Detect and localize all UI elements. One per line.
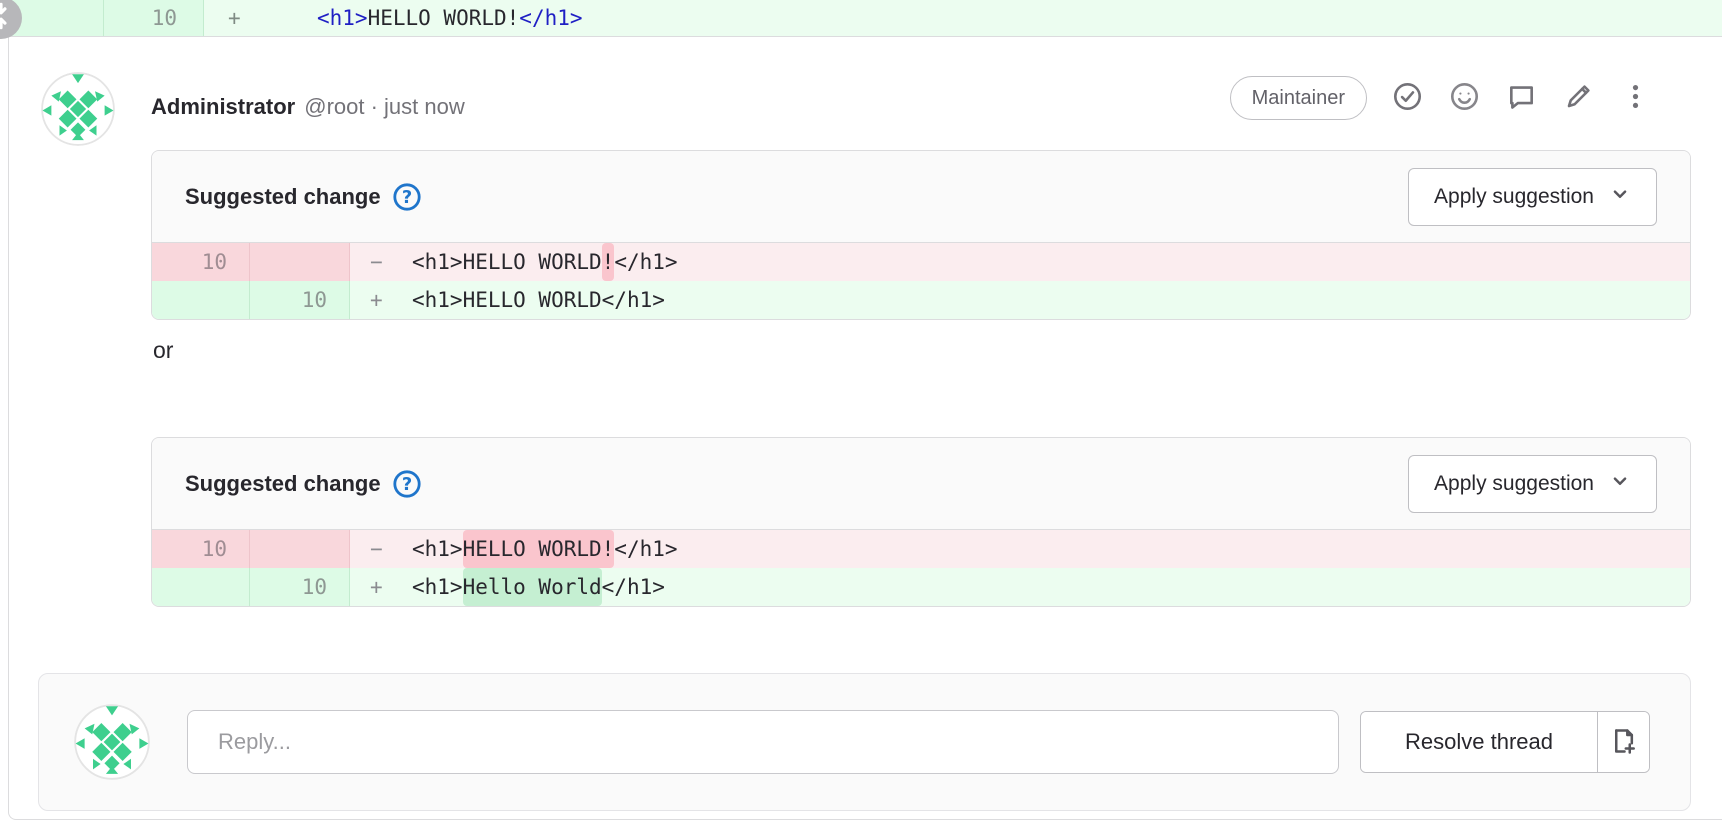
diff-context-line: 10 + <h1>HELLO WORLD!</h1> — [0, 0, 1722, 37]
author-avatar[interactable] — [41, 72, 115, 146]
role-badge: Maintainer — [1230, 76, 1367, 120]
old-line-number: 10 — [152, 243, 250, 281]
code-close-tag: </h1> — [519, 0, 582, 36]
note-meta: @root · just now — [304, 94, 465, 120]
code-post: </h1> — [602, 568, 665, 606]
note-header: Administrator @root · just now — [151, 89, 465, 125]
suggestion-title: Suggested change — [185, 184, 381, 210]
edit-pencil-icon — [1563, 81, 1594, 115]
new-line-number: 10 — [250, 568, 350, 606]
added-code: + <h1>Hello World</h1> — [350, 568, 1690, 606]
new-line-number — [250, 243, 350, 281]
check-circle-icon — [1392, 81, 1423, 115]
code-added-fragment: Hello World — [463, 568, 602, 606]
removed-code: − <h1>HELLO WORLD!</h1> — [350, 243, 1690, 281]
suggestion-title: Suggested change — [185, 471, 381, 497]
code-removed-fragment: ! — [602, 243, 615, 281]
question-circle-icon[interactable]: ? — [392, 469, 422, 499]
suggestion-header: Suggested change ? Apply suggestion — [152, 151, 1690, 243]
suggestion-header: Suggested change ? Apply suggestion — [152, 438, 1690, 530]
apply-suggestion-button[interactable]: Apply suggestion — [1408, 168, 1657, 226]
code-removed-fragment: HELLO WORLD! — [463, 530, 615, 568]
new-issue-icon — [1608, 726, 1638, 759]
comment-icon — [1506, 81, 1537, 115]
diff-code-cell: + <h1>HELLO WORLD!</h1> — [204, 0, 1722, 36]
old-line-number — [152, 568, 250, 606]
removed-marker: − — [370, 243, 412, 281]
more-vertical-icon — [1620, 81, 1651, 115]
new-line-number — [250, 530, 350, 568]
current-user-avatar[interactable] — [74, 704, 150, 780]
code-pre: <h1>HELLO WORLD — [412, 243, 602, 281]
suggestion-added-line: 10 + <h1>Hello World</h1> — [152, 568, 1690, 606]
chevron-down-icon — [1609, 183, 1631, 211]
code-open-tag: <h1> — [317, 0, 368, 36]
added-code: + <h1>HELLO WORLD</h1> — [350, 281, 1690, 319]
emoji-smile-icon — [1449, 81, 1480, 115]
added-marker: + — [370, 281, 412, 319]
note-actions: Maintainer — [1230, 75, 1652, 120]
edit-comment-button[interactable] — [1561, 81, 1595, 115]
discussion-thread: Administrator @root · just now Maintaine… — [8, 37, 1722, 820]
added-marker: + — [228, 0, 317, 36]
code-post: </h1> — [614, 243, 677, 281]
resolve-thread-button[interactable]: Resolve thread — [1361, 712, 1597, 772]
or-separator: or — [153, 337, 173, 364]
apply-suggestion-label: Apply suggestion — [1434, 472, 1594, 496]
collapse-arrows-icon — [0, 1, 16, 36]
code-post: </h1> — [614, 530, 677, 568]
new-line-number-cell[interactable]: 10 — [104, 0, 204, 36]
suggestion-title-row: Suggested change ? — [185, 182, 422, 212]
suggestion-card: Suggested change ? Apply suggestion — [151, 437, 1691, 607]
old-line-number: 10 — [152, 530, 250, 568]
suggestion-added-line: 10 + <h1>HELLO WORLD</h1> — [152, 281, 1690, 319]
reply-input[interactable] — [187, 710, 1339, 774]
code-post: </h1> — [602, 281, 665, 319]
old-line-number — [152, 281, 250, 319]
question-circle-icon[interactable]: ? — [392, 182, 422, 212]
removed-marker: − — [370, 530, 412, 568]
suggestion-removed-line: 10 − <h1>HELLO WORLD!</h1> — [152, 243, 1690, 281]
svg-text:?: ? — [401, 187, 411, 208]
added-marker: + — [370, 568, 412, 606]
add-reaction-button[interactable] — [1447, 81, 1481, 115]
code-pre: <h1> — [412, 568, 463, 606]
suggestion-card: Suggested change ? Apply suggestion — [151, 150, 1691, 320]
resolve-check-button[interactable] — [1390, 81, 1424, 115]
removed-code: − <h1>HELLO WORLD!</h1> — [350, 530, 1690, 568]
code-pre: <h1>HELLO WORLD — [412, 281, 602, 319]
create-issue-from-thread-button[interactable] — [1597, 712, 1649, 772]
apply-suggestion-label: Apply suggestion — [1434, 185, 1594, 209]
resolve-thread-button-group: Resolve thread — [1360, 711, 1650, 773]
author-name-link[interactable]: Administrator — [151, 94, 295, 120]
code-pre: <h1> — [412, 530, 463, 568]
more-actions-button[interactable] — [1618, 81, 1652, 115]
suggestion-removed-line: 10 − <h1>HELLO WORLD!</h1> — [152, 530, 1690, 568]
apply-suggestion-button[interactable]: Apply suggestion — [1408, 455, 1657, 513]
suggestion-title-row: Suggested change ? — [185, 469, 422, 499]
start-thread-button[interactable] — [1504, 81, 1538, 115]
svg-text:?: ? — [401, 474, 411, 495]
chevron-down-icon — [1609, 470, 1631, 498]
new-line-number: 10 — [250, 281, 350, 319]
reply-bar: Resolve thread — [38, 673, 1691, 811]
code-text: HELLO WORLD! — [368, 0, 520, 36]
